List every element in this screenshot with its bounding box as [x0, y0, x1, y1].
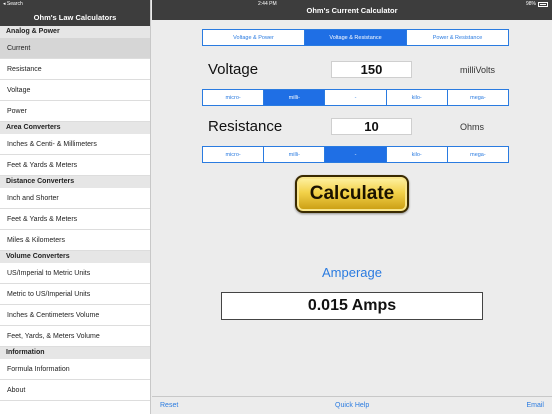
resistance-label: Resistance: [208, 118, 283, 135]
sidebar-item[interactable]: Current: [0, 38, 150, 59]
status-battery-group: 98%: [526, 0, 548, 8]
voltage-prefix-0[interactable]: micro-: [203, 90, 265, 105]
resistance-prefix-control: micro-milli- - kilo-mega-: [202, 146, 509, 163]
main-panel: Ohm's Current Calculator Voltage & Power…: [152, 0, 552, 414]
sidebar-item[interactable]: Formula Information: [0, 359, 150, 380]
sidebar-item[interactable]: Metric to US/Imperial Units: [0, 284, 150, 305]
resistance-prefix-4[interactable]: mega-: [448, 147, 508, 162]
resistance-unit: Ohms: [460, 122, 485, 132]
sidebar-item[interactable]: Feet & Yards & Meters: [0, 209, 150, 230]
reset-button[interactable]: Reset: [160, 402, 178, 409]
voltage-prefix-3[interactable]: kilo-: [387, 90, 448, 105]
sidebar-item[interactable]: Feet & Yards & Meters: [0, 155, 150, 176]
resistance-prefix-1[interactable]: milli-: [264, 147, 326, 162]
mode-tab-0[interactable]: Voltage & Power: [203, 30, 305, 45]
voltage-prefix-1[interactable]: milli-: [264, 90, 326, 105]
sidebar-item[interactable]: Resistance: [0, 59, 150, 80]
sidebar-item[interactable]: US/Imperial to Metric Units: [0, 263, 150, 284]
battery-percent: 98%: [525, 1, 536, 7]
sidebar: Ohm's Law Calculators Analog & Power Curr…: [0, 0, 151, 414]
sidebar-section-heading: Area Converters: [0, 122, 150, 134]
voltage-prefix-2[interactable]: -: [325, 90, 387, 105]
sidebar-item[interactable]: Feet, Yards, & Meters Volume: [0, 326, 150, 347]
resistance-input[interactable]: 10: [331, 118, 412, 135]
sidebar-item[interactable]: Inch and Shorter: [0, 188, 150, 209]
sidebar-item[interactable]: Power: [0, 101, 150, 122]
status-bar: ◂ Search 2:44 PM 98%: [0, 0, 552, 8]
sidebar-section-heading: Analog & Power: [0, 26, 150, 38]
voltage-label: Voltage: [208, 61, 259, 78]
voltage-prefix-control: micro-milli- - kilo-mega-: [202, 89, 509, 106]
sidebar-list: Analog & Power Current Resistance Voltage Po…: [0, 26, 150, 401]
result-display: 0.015 Amps: [221, 292, 483, 320]
resistance-prefix-3[interactable]: kilo-: [387, 147, 448, 162]
resistance-prefix-0[interactable]: micro-: [203, 147, 265, 162]
sidebar-item[interactable]: Inches & Centimeters Volume: [0, 305, 150, 326]
sidebar-section-heading: Information: [0, 347, 150, 359]
sidebar-item[interactable]: Inches & Centi- & Millimeters: [0, 134, 150, 155]
email-button[interactable]: Email: [526, 402, 544, 409]
sidebar-section-heading: Volume Converters: [0, 251, 150, 263]
status-back-search[interactable]: ◂ Search: [3, 0, 23, 8]
resistance-prefix-2[interactable]: -: [325, 147, 387, 162]
bottom-toolbar: Reset Quick Help Email: [152, 396, 552, 414]
sidebar-item[interactable]: Voltage: [0, 80, 150, 101]
status-back-label: Search: [6, 1, 23, 7]
mode-segmented-control: Voltage & Power Voltage & Resistance Power…: [202, 29, 509, 46]
mode-tab-2[interactable]: Power & Resistance: [407, 30, 508, 45]
battery-icon: [538, 1, 548, 7]
sidebar-item[interactable]: About: [0, 380, 150, 401]
quick-help-button[interactable]: Quick Help: [335, 402, 369, 409]
voltage-input[interactable]: 150: [331, 61, 412, 78]
calculate-button[interactable]: Calculate: [295, 175, 409, 213]
sidebar-item[interactable]: Miles & Kilometers: [0, 230, 150, 251]
voltage-prefix-4[interactable]: mega-: [448, 90, 508, 105]
voltage-unit: milliVolts: [460, 65, 496, 75]
sidebar-section-heading: Distance Converters: [0, 176, 150, 188]
status-time: 2:44 PM: [258, 1, 277, 7]
mode-tab-1[interactable]: Voltage & Resistance: [305, 30, 407, 45]
amperage-label: Amperage: [322, 265, 382, 280]
